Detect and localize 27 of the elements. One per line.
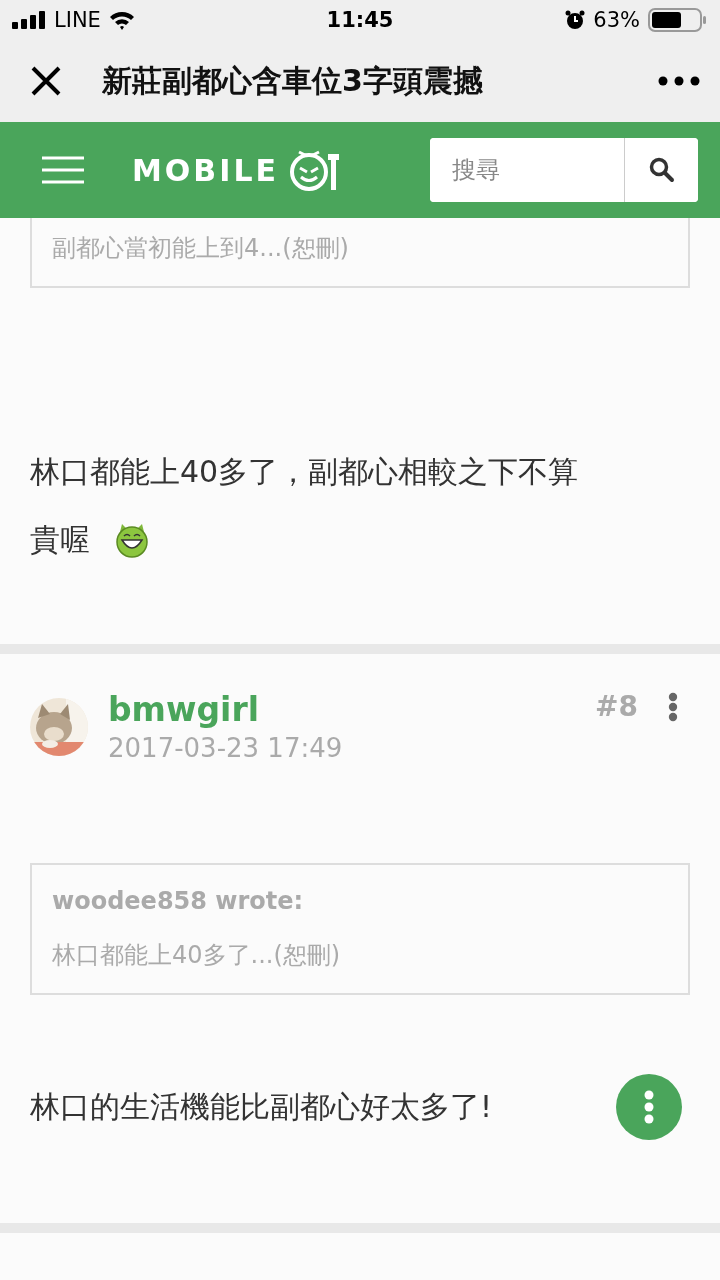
post-date: 2017-03-23 17:49 [108, 733, 343, 763]
more-icon [643, 1089, 655, 1125]
battery-percent: 63% [593, 8, 640, 32]
more-icon[interactable] [658, 76, 700, 86]
quote-author: woodee858 wrote: [52, 887, 305, 915]
page-title: 新莊副都心含車位3字頭震撼 [102, 61, 484, 100]
post-body: 林口的生活機能比副都心好太多了! [30, 1088, 493, 1126]
post-number: #8 [595, 690, 638, 723]
quote-text: 林口都能上40多了...(恕刪) [52, 940, 342, 971]
wifi-icon [108, 10, 135, 30]
logo-text[interactable]: MOBILE [132, 152, 279, 188]
quote-text: 副都心當初能上到4...(恕刪) [52, 233, 350, 264]
post-body: 貴喔 [30, 521, 90, 559]
close-icon[interactable] [30, 65, 62, 97]
author-name[interactable]: bmwgirl [108, 690, 343, 729]
search-icon [648, 157, 675, 183]
post-body: 林口都能上40多了，副都心相較之下不算 [30, 453, 579, 491]
alarm-icon [565, 10, 586, 30]
menu-icon[interactable] [42, 156, 84, 184]
logo-emblem-icon [289, 148, 339, 192]
search-button[interactable] [624, 138, 698, 202]
carrier-name: LINE [54, 8, 101, 32]
clock-time: 11:45 [326, 8, 394, 32]
battery-icon [648, 7, 708, 33]
grin-emoticon-icon [114, 522, 150, 558]
signal-icon [12, 11, 46, 29]
search-field[interactable]: 搜尋 [430, 138, 698, 202]
